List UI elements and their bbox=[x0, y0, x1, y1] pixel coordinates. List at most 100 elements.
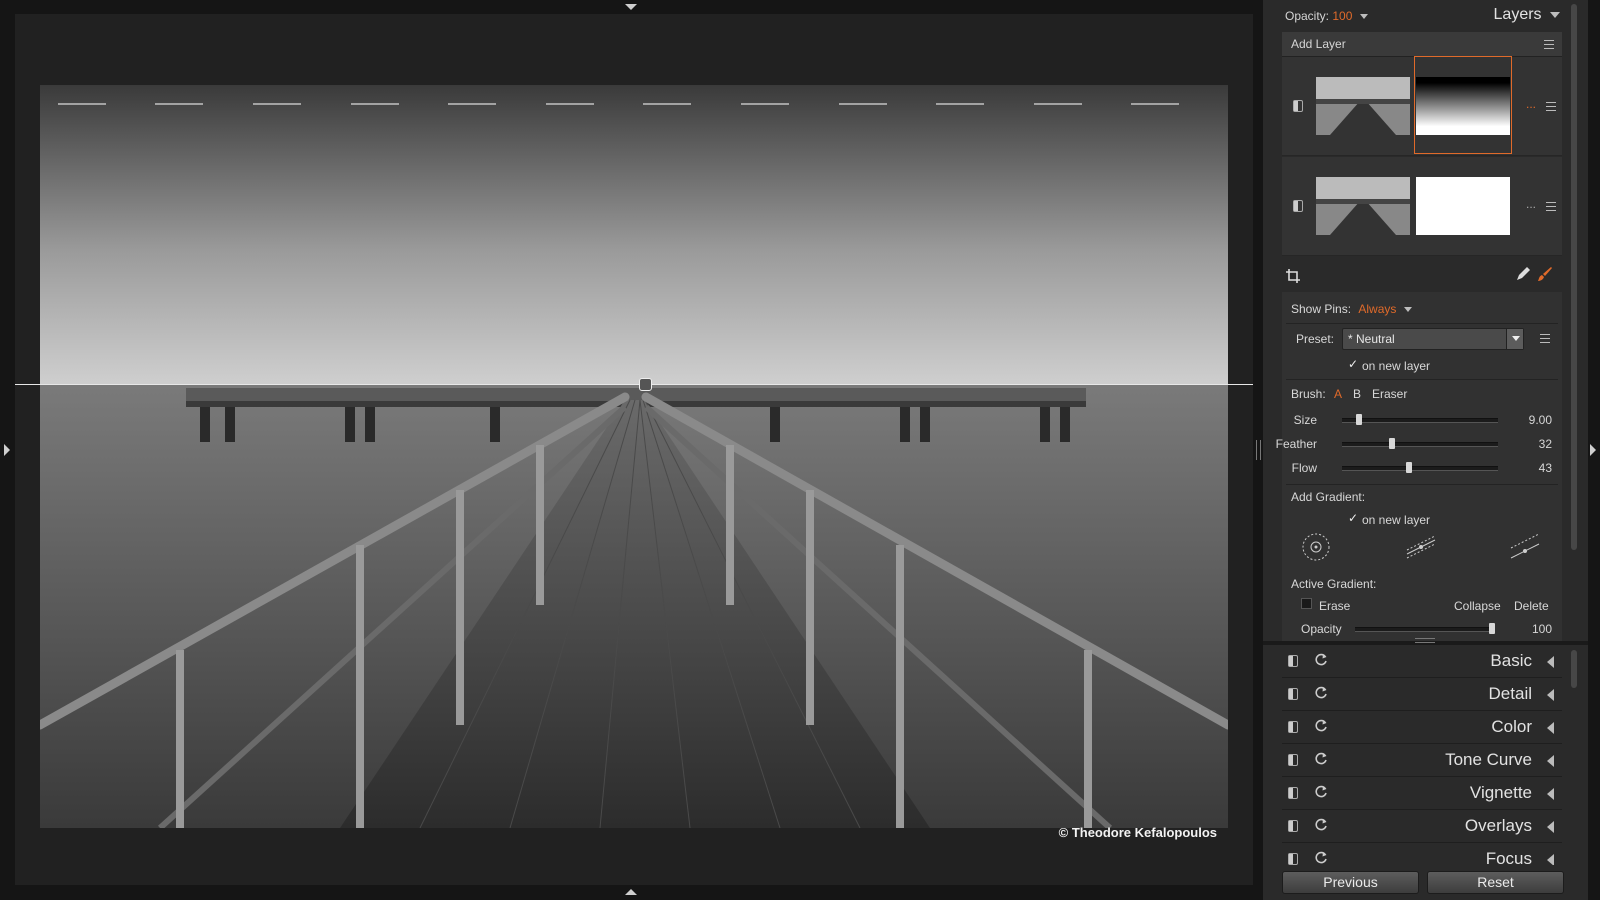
layers-title[interactable]: Layers bbox=[1494, 6, 1560, 24]
module-row-vignette[interactable]: Vignette bbox=[1282, 777, 1562, 810]
image-canvas[interactable]: © Theodore Kefalopoulos bbox=[15, 14, 1253, 885]
mirrored-gradient-icon[interactable] bbox=[1405, 532, 1437, 562]
layer-visibility-toggle-icon[interactable] bbox=[1293, 100, 1303, 112]
collapse-right-arrow-icon[interactable] bbox=[1590, 444, 1596, 456]
module-visibility-toggle-icon[interactable] bbox=[1288, 820, 1298, 832]
flow-slider-knob[interactable] bbox=[1406, 462, 1413, 473]
brush-new-layer-checkbox[interactable]: ✓ bbox=[1348, 358, 1359, 370]
gradient-pin[interactable] bbox=[639, 378, 652, 391]
module-reset-icon[interactable] bbox=[1314, 752, 1328, 766]
gradient-new-layer-checkbox[interactable]: ✓ bbox=[1348, 512, 1359, 524]
module-visibility-toggle-icon[interactable] bbox=[1288, 655, 1298, 667]
panel-splitter-handle[interactable] bbox=[1256, 440, 1261, 460]
feather-value[interactable]: 32 bbox=[1512, 437, 1552, 451]
linear-gradient-icon[interactable] bbox=[1509, 532, 1541, 562]
feather-slider[interactable] bbox=[1342, 438, 1498, 449]
delete-button[interactable]: Delete bbox=[1514, 599, 1549, 613]
active-gradient-label: Active Gradient: bbox=[1291, 577, 1377, 591]
size-label: Size bbox=[1293, 413, 1317, 427]
crop-icon[interactable] bbox=[1285, 268, 1301, 284]
collapse-left-arrow-icon[interactable] bbox=[4, 444, 10, 456]
layer-more-icon[interactable]: ... bbox=[1526, 197, 1536, 211]
expand-arrow-icon[interactable] bbox=[1547, 821, 1554, 833]
opacity-dropdown-icon bbox=[1359, 14, 1368, 20]
module-visibility-toggle-icon[interactable] bbox=[1288, 853, 1298, 865]
layers-scrollbar[interactable] bbox=[1571, 4, 1577, 550]
module-visibility-toggle-icon[interactable] bbox=[1288, 787, 1298, 799]
size-slider[interactable] bbox=[1342, 414, 1498, 425]
module-reset-icon[interactable] bbox=[1314, 785, 1328, 799]
expand-arrow-icon[interactable] bbox=[1547, 689, 1554, 701]
module-reset-icon[interactable] bbox=[1314, 686, 1328, 700]
flow-value[interactable]: 43 bbox=[1512, 461, 1552, 475]
module-row-overlays[interactable]: Overlays bbox=[1282, 810, 1562, 843]
collapse-button[interactable]: Collapse bbox=[1454, 599, 1501, 613]
modules-scrollbar[interactable] bbox=[1571, 650, 1577, 688]
preset-select[interactable]: * Neutral bbox=[1342, 328, 1524, 350]
feather-slider-knob[interactable] bbox=[1388, 438, 1395, 449]
brush-eraser-option[interactable]: Eraser bbox=[1372, 387, 1407, 401]
layer-mask-thumbnail[interactable] bbox=[1416, 77, 1510, 135]
collapse-bottom-arrow-icon[interactable] bbox=[625, 889, 637, 895]
module-reset-icon[interactable] bbox=[1314, 818, 1328, 832]
module-row-basic[interactable]: Basic bbox=[1282, 645, 1562, 678]
brush-label: Brush: bbox=[1291, 387, 1326, 401]
preset-dropdown-button[interactable] bbox=[1506, 329, 1523, 349]
modules-list: Basic Detail Color Tone Curve Vignette O… bbox=[1263, 645, 1588, 865]
expand-arrow-icon[interactable] bbox=[1547, 854, 1554, 865]
erase-checkbox[interactable] bbox=[1301, 598, 1312, 609]
feather-label: Feather bbox=[1275, 437, 1317, 451]
module-reset-icon[interactable] bbox=[1314, 851, 1328, 865]
layer-row-2[interactable]: ... bbox=[1282, 157, 1562, 256]
brush-icon[interactable] bbox=[1537, 266, 1553, 282]
module-reset-icon[interactable] bbox=[1314, 653, 1328, 667]
collapse-top-arrow-icon[interactable] bbox=[625, 4, 637, 10]
layer-opacity-control[interactable]: Opacity: 100 bbox=[1285, 9, 1368, 23]
module-label: Focus bbox=[1485, 849, 1532, 865]
show-pins-control[interactable]: Show Pins: Always bbox=[1291, 302, 1412, 316]
photo-credit: © Theodore Kefalopoulos bbox=[1058, 825, 1217, 840]
gradient-opacity-slider-knob[interactable] bbox=[1489, 623, 1495, 634]
show-pins-value: Always bbox=[1358, 302, 1397, 316]
module-visibility-toggle-icon[interactable] bbox=[1288, 688, 1298, 700]
mask-tools-section: Show Pins: Always Preset: * Neutral ✓ on… bbox=[1276, 292, 1562, 641]
gradient-center-line[interactable] bbox=[15, 384, 1253, 385]
expand-arrow-icon[interactable] bbox=[1547, 788, 1554, 800]
layer-menu-icon[interactable] bbox=[1546, 202, 1556, 211]
flow-slider[interactable] bbox=[1342, 462, 1498, 473]
add-layer-bar[interactable]: Add Layer bbox=[1282, 32, 1562, 57]
pier-photo[interactable] bbox=[40, 85, 1228, 828]
gradient-pencil-icon[interactable] bbox=[1515, 266, 1531, 282]
layer-visibility-toggle-icon[interactable] bbox=[1293, 200, 1303, 212]
layer-mask-thumbnail[interactable] bbox=[1416, 177, 1510, 235]
previous-button[interactable]: Previous bbox=[1282, 871, 1419, 894]
layer-row-1[interactable]: ... bbox=[1282, 56, 1562, 156]
size-slider-knob[interactable] bbox=[1356, 414, 1363, 425]
add-layer-menu-icon[interactable] bbox=[1544, 40, 1554, 49]
module-row-detail[interactable]: Detail bbox=[1282, 678, 1562, 711]
preset-menu-icon[interactable] bbox=[1540, 334, 1550, 343]
brush-a-option[interactable]: A bbox=[1334, 387, 1342, 401]
size-value[interactable]: 9.00 bbox=[1512, 413, 1552, 427]
module-visibility-toggle-icon[interactable] bbox=[1288, 754, 1298, 766]
expand-arrow-icon[interactable] bbox=[1547, 722, 1554, 734]
reset-button[interactable]: Reset bbox=[1427, 871, 1564, 894]
module-row-focus[interactable]: Focus bbox=[1282, 843, 1562, 865]
preset-value: * Neutral bbox=[1348, 332, 1395, 346]
gradient-opacity-value[interactable]: 100 bbox=[1512, 622, 1552, 636]
gradient-opacity-slider[interactable] bbox=[1355, 623, 1495, 634]
expand-arrow-icon[interactable] bbox=[1547, 755, 1554, 767]
layers-dropdown-icon bbox=[1550, 11, 1560, 18]
add-gradient-label: Add Gradient: bbox=[1291, 490, 1366, 504]
expand-arrow-icon[interactable] bbox=[1547, 656, 1554, 668]
brush-b-option[interactable]: B bbox=[1353, 387, 1361, 401]
radial-gradient-icon[interactable] bbox=[1301, 532, 1331, 562]
module-row-color[interactable]: Color bbox=[1282, 711, 1562, 744]
divider-grip-icon[interactable] bbox=[1415, 638, 1435, 643]
layer-menu-icon[interactable] bbox=[1546, 102, 1556, 111]
module-visibility-toggle-icon[interactable] bbox=[1288, 721, 1298, 733]
module-row-tone-curve[interactable]: Tone Curve bbox=[1282, 744, 1562, 777]
layer-opacity-value: 100 bbox=[1332, 9, 1353, 23]
module-reset-icon[interactable] bbox=[1314, 719, 1328, 733]
layer-more-icon[interactable]: ... bbox=[1526, 97, 1536, 111]
